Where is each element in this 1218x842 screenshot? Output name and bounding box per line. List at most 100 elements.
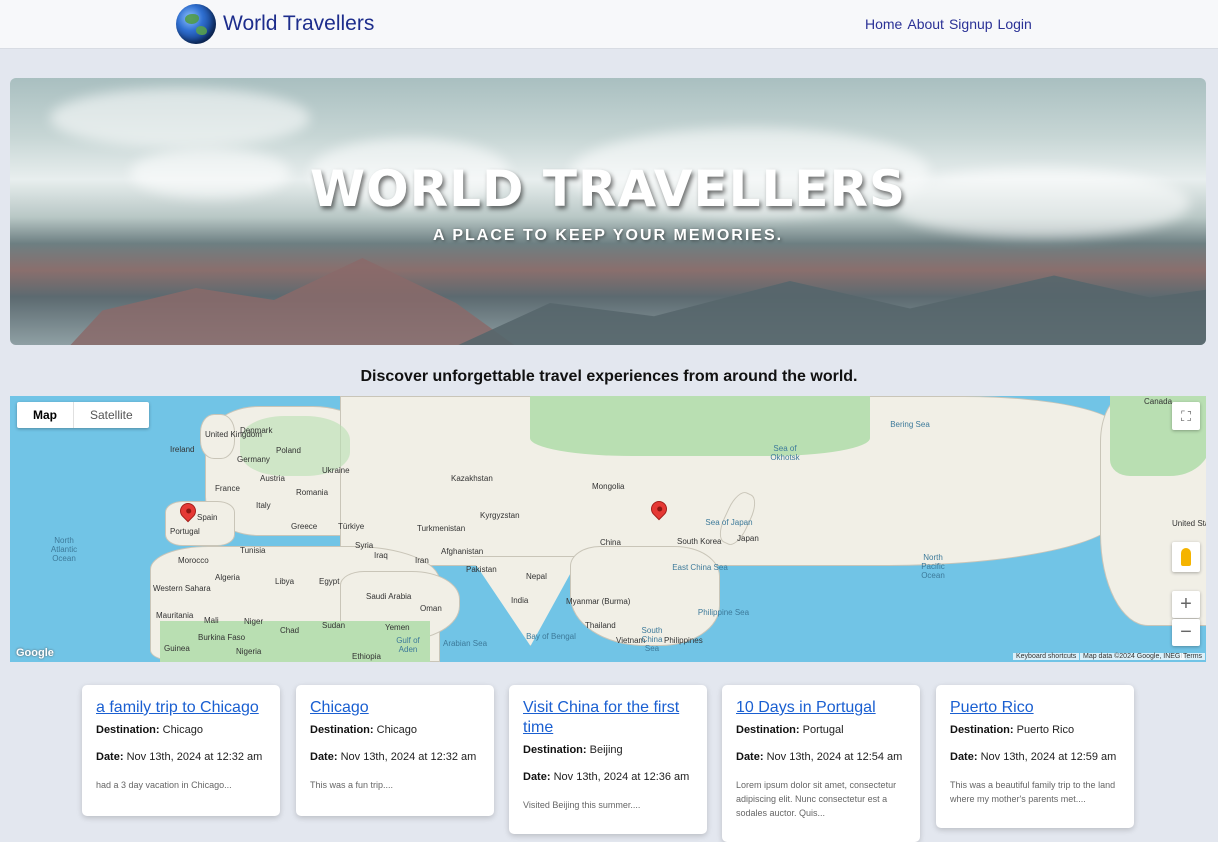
trip-card: a family trip to Chicago Destination: Ch…: [82, 685, 280, 816]
map-label: United States: [1172, 519, 1206, 528]
map-type-satellite[interactable]: Satellite: [74, 402, 149, 428]
trip-destination: Destination: Puerto Rico: [950, 724, 1120, 736]
map-label: Egypt: [319, 577, 340, 586]
map-label: Myanmar (Burma): [566, 597, 631, 606]
zoom-in-button[interactable]: +: [1172, 591, 1200, 618]
destination-label: Destination:: [96, 724, 160, 736]
hero-subtitle: A PLACE TO KEEP YOUR MEMORIES.: [432, 227, 784, 244]
trip-title-link[interactable]: Puerto Rico: [950, 698, 1120, 718]
trip-destination: Destination: Chicago: [96, 724, 266, 736]
ocean-label: South China Sea: [641, 626, 663, 653]
map-label: Pakistan: [466, 565, 497, 574]
ocean-label: Bay of Bengal: [526, 632, 576, 641]
trip-title-link[interactable]: Visit China for the first time: [523, 698, 693, 738]
map-label: Sudan: [322, 621, 346, 630]
map-label: Greece: [291, 522, 318, 531]
map-type-map[interactable]: Map: [17, 402, 74, 428]
map-label: Kyrgyzstan: [480, 511, 520, 520]
ocean-label: Gulf of Aden: [396, 636, 420, 654]
trip-date: Date: Nov 13th, 2024 at 12:36 am: [523, 771, 693, 783]
date-label: Date:: [523, 771, 551, 783]
ocean-label: Sea of Japan: [705, 518, 753, 527]
trip-card: 10 Days in Portugal Destination: Portuga…: [722, 685, 920, 842]
trip-title-link[interactable]: a family trip to Chicago: [96, 698, 266, 718]
nav-links: Home About Signup Login: [865, 16, 1032, 32]
ocean-label: North Atlantic Ocean: [50, 536, 78, 563]
map-label: South Korea: [677, 537, 722, 546]
nav-link-about[interactable]: About: [907, 16, 944, 32]
date-label: Date:: [96, 751, 124, 763]
forest-area: [530, 396, 870, 456]
map-label: Kazakhstan: [451, 474, 493, 483]
map-type-toggle: Map Satellite: [17, 402, 149, 428]
map-label: Guinea: [164, 644, 190, 653]
map-label: Portugal: [170, 527, 200, 536]
brand-name: World Travellers: [223, 12, 375, 35]
nav-link-signup[interactable]: Signup: [949, 16, 993, 32]
trip-date: Date: Nov 13th, 2024 at 12:32 am: [96, 751, 266, 763]
nav-link-login[interactable]: Login: [998, 16, 1032, 32]
destination-value: Chicago: [162, 724, 203, 736]
destination-value: Portugal: [802, 724, 844, 736]
map-label: Ethiopia: [352, 652, 381, 661]
map-label: Mongolia: [592, 482, 625, 491]
map-label: Oman: [420, 604, 442, 613]
map-label: Thailand: [585, 621, 616, 630]
trip-description: had a 3 day vacation in Chicago...: [96, 780, 232, 790]
destination-value: Puerto Rico: [1016, 724, 1075, 736]
trip-description: Visited Beijing this summer....: [523, 800, 641, 810]
hero-title: WORLD TRAVELLERS: [309, 160, 907, 218]
map-label: Ireland: [170, 445, 195, 454]
trip-date: Date: Nov 13th, 2024 at 12:54 am: [736, 751, 906, 763]
map-label: Nigeria: [236, 647, 262, 656]
trip-card: Chicago Destination: Chicago Date: Nov 1…: [296, 685, 494, 816]
ocean-label: North Pacific Ocean: [921, 553, 945, 580]
map-label: Yemen: [385, 623, 410, 632]
destination-label: Destination:: [736, 724, 800, 736]
mountain-shape: [40, 258, 560, 345]
google-logo[interactable]: Google: [16, 647, 54, 659]
pegman-button[interactable]: [1172, 542, 1200, 572]
ocean-label: Sea of Okhotsk: [770, 444, 800, 462]
date-value: Nov 13th, 2024 at 12:36 am: [553, 771, 690, 783]
navbar: World Travellers Home About Signup Login: [0, 0, 1218, 49]
trip-title-link[interactable]: 10 Days in Portugal: [736, 698, 906, 718]
terms-link[interactable]: Terms: [1180, 653, 1206, 660]
date-label: Date:: [950, 751, 978, 763]
nav-link-home[interactable]: Home: [865, 16, 902, 32]
destination-value: Beijing: [589, 744, 623, 756]
zoom-out-button[interactable]: −: [1172, 619, 1200, 646]
map-label: Iraq: [374, 551, 388, 560]
date-value: Nov 13th, 2024 at 12:54 am: [766, 751, 903, 763]
fullscreen-icon: ⛶: [1181, 407, 1191, 424]
map-label: Afghanistan: [441, 547, 484, 556]
cloud-shape: [50, 88, 310, 148]
trip-title-link[interactable]: Chicago: [310, 698, 480, 718]
destination-value: Chicago: [376, 724, 417, 736]
date-label: Date:: [310, 751, 338, 763]
map-label: Canada: [1144, 397, 1173, 406]
map-data-attribution: Map data ©2024 Google, INEGI: [1080, 653, 1186, 660]
map-label: Denmark: [240, 426, 273, 435]
date-label: Date:: [736, 751, 764, 763]
brand[interactable]: World Travellers: [176, 4, 374, 44]
trip-destination: Destination: Beijing: [523, 744, 693, 756]
ocean-label: Philippine Sea: [697, 608, 750, 617]
map-label: Poland: [276, 446, 301, 455]
trip-destination: Destination: Portugal: [736, 724, 906, 736]
map-label: Western Sahara: [153, 584, 211, 593]
trip-card: Puerto Rico Destination: Puerto Rico Dat…: [936, 685, 1134, 828]
world-map[interactable]: United Kingdom Denmark Ireland Poland Ge…: [10, 396, 1206, 662]
map-label: Burkina Faso: [198, 633, 246, 642]
keyboard-shortcuts-link[interactable]: Keyboard shortcuts: [1013, 653, 1080, 660]
ocean-label: East China Sea: [672, 563, 728, 572]
mountain-shape: [430, 275, 1206, 345]
ocean-label: Bering Sea: [890, 420, 930, 429]
map-label: Spain: [197, 513, 218, 522]
map-label: Morocco: [178, 556, 209, 565]
map-label: France: [215, 484, 240, 493]
destination-label: Destination:: [950, 724, 1014, 736]
map-label: Syria: [355, 541, 374, 550]
fullscreen-button[interactable]: ⛶: [1172, 402, 1200, 430]
map-label: Libya: [275, 577, 295, 586]
